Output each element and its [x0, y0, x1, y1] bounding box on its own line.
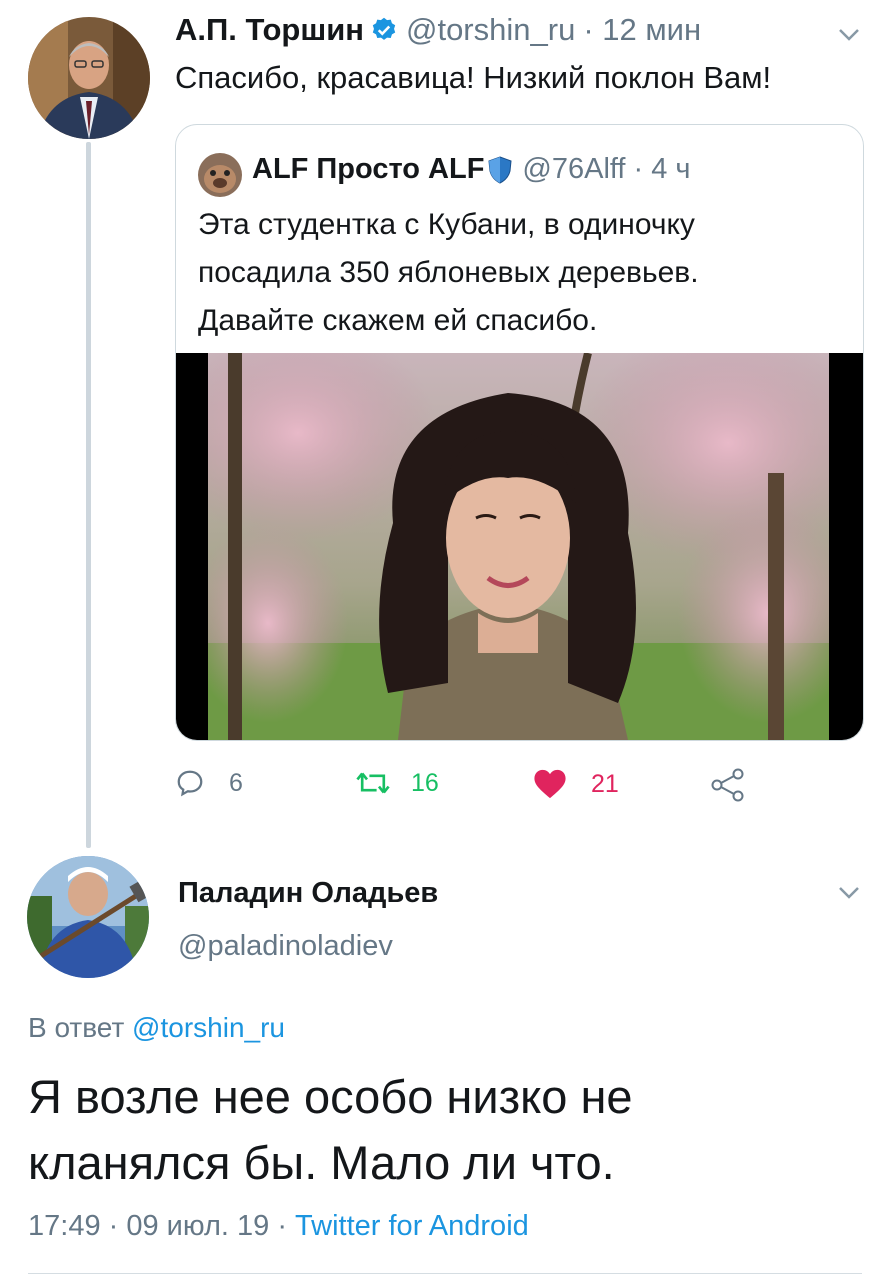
author-name[interactable]: А.П. Торшин: [175, 12, 364, 48]
reply-button[interactable]: 6: [175, 768, 243, 798]
chevron-down-icon[interactable]: [838, 28, 860, 42]
like-button[interactable]: 21: [533, 768, 619, 800]
reply-text-line: Я возле нее особо низко не: [28, 1070, 633, 1123]
paladin-avatar[interactable]: [27, 856, 149, 978]
share-icon: [710, 768, 746, 802]
quoted-text-line: посадила 350 яблоневых деревьев.: [198, 256, 699, 289]
in-reply-handle[interactable]: @torshin_ru: [132, 1012, 285, 1043]
torshin-avatar[interactable]: [28, 17, 150, 139]
quoted-text-line: Эта студентка с Кубани, в одиночку: [198, 208, 695, 241]
quoted-tweet-card[interactable]: ALF Просто ALF @76Alff · 4 ч Эта студент…: [175, 124, 864, 741]
retweet-button[interactable]: 16: [355, 768, 439, 798]
quoted-handle[interactable]: @76Alff: [522, 153, 625, 186]
reply-count: 6: [229, 768, 243, 797]
like-icon: [533, 768, 567, 800]
reply-source[interactable]: Twitter for Android: [295, 1210, 529, 1242]
verified-badge-icon: [370, 16, 398, 44]
in-reply-prefix: В ответ: [28, 1012, 125, 1043]
reply-icon: [175, 768, 205, 798]
thread-line: [86, 142, 91, 848]
chevron-down-icon[interactable]: [838, 886, 860, 900]
reply-meta: 17:49 · 09 июл. 19 · Twitter for Android: [28, 1210, 529, 1243]
tweet-actions: 6 16 21: [175, 768, 875, 808]
retweet-count: 16: [411, 768, 439, 797]
alf-avatar[interactable]: [198, 153, 242, 197]
quoted-author-name[interactable]: ALF Просто ALF: [252, 153, 484, 186]
bottom-divider: [28, 1273, 862, 1274]
author-handle[interactable]: @torshin_ru: [406, 12, 575, 48]
share-button[interactable]: [710, 768, 746, 807]
shield-badge-icon: [488, 155, 512, 184]
reply-text-line: кланялся бы. Мало ли что.: [28, 1136, 615, 1189]
tweet-text: Спасибо, красавица! Низкий поклон Вам!: [175, 60, 772, 95]
portrait-photo[interactable]: [208, 353, 829, 740]
retweet-icon: [355, 768, 391, 798]
like-count: 21: [591, 769, 619, 798]
quoted-text-line: Давайте скажем ей спасибо.: [198, 304, 598, 337]
tweet-time[interactable]: · 12 мин: [583, 12, 701, 48]
quoted-media[interactable]: [176, 353, 863, 740]
quoted-text: Эта студентка с Кубани, в одиночку посад…: [198, 201, 699, 345]
reply-text: Я возле нее особо низко не кланялся бы. …: [28, 1064, 633, 1196]
in-reply-to: В ответ @torshin_ru: [28, 1012, 285, 1044]
quoted-time[interactable]: · 4 ч: [634, 153, 691, 186]
reply-timestamp[interactable]: 17:49 · 09 июл. 19 ·: [28, 1210, 287, 1242]
reply-author-name[interactable]: Паладин Оладьев: [178, 877, 438, 910]
reply-author-handle[interactable]: @paladinoladiev: [178, 930, 393, 963]
